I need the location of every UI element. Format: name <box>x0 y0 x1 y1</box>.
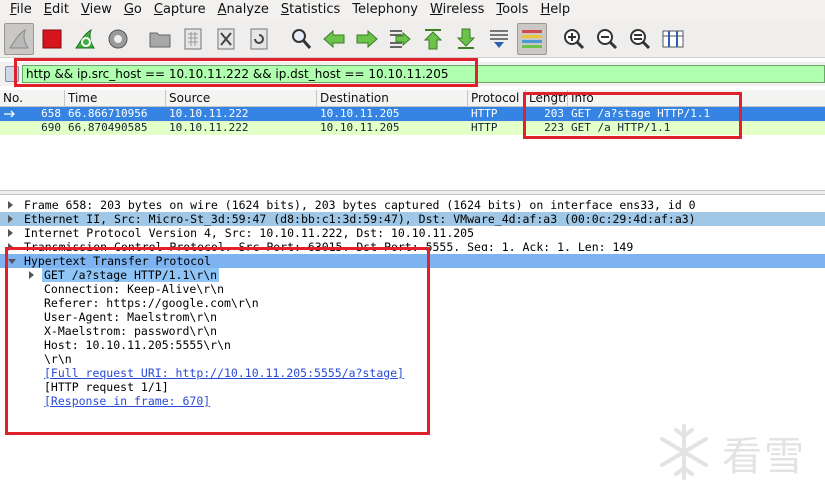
menu-file[interactable]: File <box>4 0 38 20</box>
annotation-box-info <box>523 92 742 139</box>
packet-source: 10.10.11.222 <box>169 107 249 120</box>
folder-icon <box>149 32 171 47</box>
arrow-right-icon <box>356 29 378 48</box>
menu-edit[interactable]: Edit <box>38 0 75 20</box>
expand-arrow-icon[interactable] <box>8 229 13 237</box>
zoom-in-button[interactable] <box>559 23 589 55</box>
menu-analyze[interactable]: Analyze <box>212 0 275 20</box>
stop-capture-button[interactable] <box>37 23 67 55</box>
start-capture-button[interactable] <box>4 22 34 55</box>
watermark: 看雪 <box>652 422 822 482</box>
packet-protocol: HTTP <box>471 121 498 134</box>
go-to-packet-button[interactable] <box>385 23 415 55</box>
watermark-text: 看雪 <box>722 434 806 480</box>
zoom-reset-button[interactable] <box>625 23 655 55</box>
go-back-button[interactable] <box>319 23 349 55</box>
close-file-button[interactable] <box>211 23 241 55</box>
menu-tools[interactable]: Tools <box>490 0 534 20</box>
column-header-source[interactable]: Source <box>166 90 317 107</box>
annotation-box-http <box>5 247 430 435</box>
goto-packet-icon <box>390 29 411 48</box>
pane-splitter[interactable] <box>0 190 825 195</box>
detail-ethernet[interactable]: Ethernet II, Src: Micro-St_3d:59:47 (d8:… <box>0 212 825 226</box>
arrow-down-icon <box>456 28 476 49</box>
gear-icon <box>108 29 128 48</box>
arrow-up-icon <box>423 28 443 49</box>
autoscroll-button[interactable] <box>484 23 514 55</box>
menu-statistics[interactable]: Statistics <box>275 0 346 20</box>
packet-time: 66.870490585 <box>68 121 148 134</box>
detail-ethernet-text: Ethernet II, Src: Micro-St_3d:59:47 (d8:… <box>24 212 696 226</box>
close-file-icon <box>217 28 235 49</box>
packet-destination: 10.10.11.205 <box>320 121 400 134</box>
detail-frame-text: Frame 658: 203 bytes on wire (1624 bits)… <box>24 198 696 212</box>
detail-frame[interactable]: Frame 658: 203 bytes on wire (1624 bits)… <box>0 198 825 212</box>
detail-ip-text: Internet Protocol Version 4, Src: 10.10.… <box>24 226 475 240</box>
autoscroll-icon <box>490 29 508 48</box>
packet-destination: 10.10.11.205 <box>320 107 400 120</box>
column-header-no[interactable]: No. <box>0 90 65 107</box>
expand-arrow-icon[interactable] <box>8 215 13 223</box>
save-file-button[interactable] <box>178 23 208 55</box>
packet-source: 10.10.11.222 <box>169 121 249 134</box>
menu-go[interactable]: Go <box>118 0 148 20</box>
menu-wireless[interactable]: Wireless <box>424 0 490 20</box>
reload-icon <box>250 28 268 49</box>
capture-options-button[interactable] <box>103 23 133 55</box>
column-header-protocol[interactable]: Protocol <box>468 90 526 107</box>
first-packet-button[interactable] <box>418 23 448 55</box>
resize-columns-button[interactable] <box>658 23 688 55</box>
restart-capture-button[interactable] <box>70 23 100 55</box>
expand-arrow-icon[interactable] <box>8 201 13 209</box>
snowflake-icon <box>660 424 708 480</box>
arrow-left-icon <box>323 29 345 48</box>
restart-fin-icon <box>75 28 95 48</box>
colorize-button[interactable] <box>517 22 547 55</box>
zoom-in-icon <box>564 28 585 49</box>
menu-bar: File Edit View Go Capture Analyze Statistics Te… <box>0 0 825 20</box>
stop-icon <box>42 29 62 48</box>
shark-fin-icon <box>9 28 29 48</box>
find-packet-button[interactable] <box>286 23 316 55</box>
colorize-icon <box>522 29 542 48</box>
go-forward-button[interactable] <box>352 23 382 55</box>
detail-ip[interactable]: Internet Protocol Version 4, Src: 10.10.… <box>0 226 825 240</box>
open-file-button[interactable] <box>145 23 175 55</box>
request-arrow-icon <box>4 110 15 118</box>
zoom-reset-icon <box>630 28 651 49</box>
main-toolbar <box>0 20 825 58</box>
menu-view[interactable]: View <box>75 0 118 20</box>
column-header-destination[interactable]: Destination <box>317 90 468 107</box>
menu-capture[interactable]: Capture <box>148 0 212 20</box>
last-packet-button[interactable] <box>451 23 481 55</box>
menu-help[interactable]: Help <box>534 0 576 20</box>
reload-file-button[interactable] <box>244 23 274 55</box>
annotation-box-filter <box>14 58 478 87</box>
packet-protocol: HTTP <box>471 107 498 120</box>
packet-time: 66.866710956 <box>68 107 148 120</box>
file-grid-icon <box>184 28 202 49</box>
menu-telephony[interactable]: Telephony <box>346 0 424 20</box>
resize-columns-icon <box>662 30 684 47</box>
zoom-out-icon <box>597 28 618 49</box>
search-icon <box>292 28 312 49</box>
column-header-time[interactable]: Time <box>65 90 166 107</box>
packet-no: 690 <box>41 121 61 134</box>
zoom-out-button[interactable] <box>592 23 622 55</box>
